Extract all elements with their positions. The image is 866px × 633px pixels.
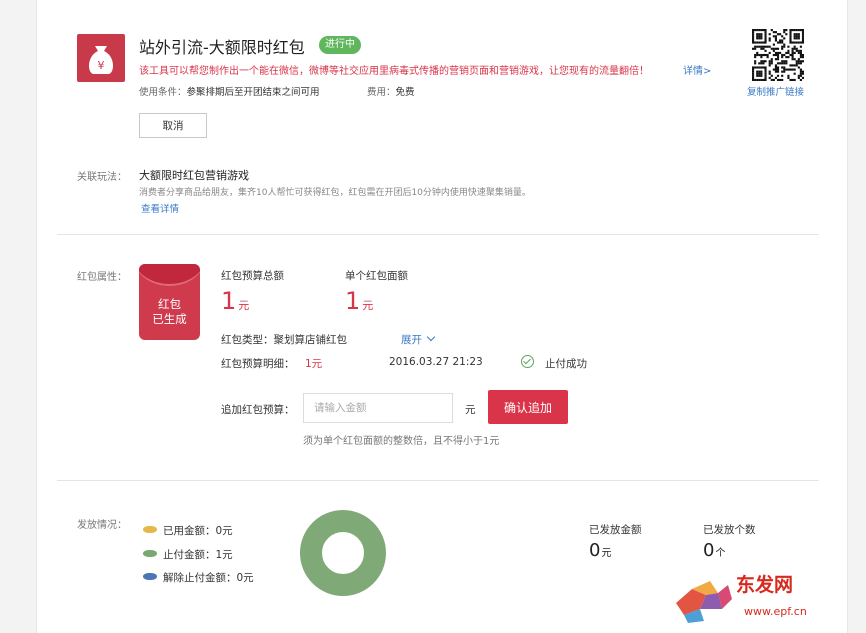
view-details-link[interactable]: 查看详情 (141, 201, 179, 215)
issued-count-label: 已发放个数 (703, 524, 756, 536)
status-badge: 进行中 (319, 36, 361, 54)
legend-swatch (143, 550, 157, 557)
envelope-line2: 已生成 (152, 312, 187, 326)
usage-condition: 使用条件：参聚排期后至开团结束之间可用 (139, 84, 320, 98)
envelope-line1: 红包 (158, 297, 181, 311)
type-label: 红包类型： (221, 334, 274, 346)
money-bag-icon: ¥ (77, 34, 125, 82)
issued-count-value: 0 (703, 540, 715, 561)
cancel-button[interactable]: 取消 (139, 113, 207, 138)
single-value: 1元 (345, 287, 373, 315)
budget-unit: 元 (238, 299, 250, 312)
single-number: 1 (345, 287, 361, 315)
legend-released: 解除止付金额：0元 (163, 572, 254, 584)
legend-swatch (143, 526, 157, 533)
budget-value: 1元 (221, 287, 249, 315)
svg-text:¥: ¥ (98, 59, 105, 72)
fee-value: 免费 (395, 87, 415, 98)
budget-detail-label: 红包预算明细： (221, 358, 295, 370)
watermark-url: www.epf.cn (744, 605, 807, 618)
copy-promo-link[interactable]: 复制推广链接 (747, 84, 804, 98)
single-unit: 元 (362, 299, 374, 312)
fee-info: 费用：免费 (367, 84, 415, 98)
issued-count: 0个 (703, 540, 725, 561)
budget-label: 红包预算总额 (221, 270, 284, 282)
donut-ring (300, 510, 386, 596)
check-circle-icon (521, 355, 534, 368)
envelope-flap (139, 264, 200, 286)
legend-used: 已用金额：0元 (163, 525, 233, 537)
budget-detail-status: 止付成功 (545, 358, 587, 370)
type-row: 红包类型：聚划算店铺红包 (221, 332, 347, 347)
chevron-down-icon (427, 332, 436, 342)
related-desc: 消费者分享商品给朋友，集齐10人帮忙可获得红包，红包需在开团后10分钟内使用快速… (139, 188, 531, 198)
detail-link[interactable]: 详情> (683, 62, 711, 77)
related-label: 关联玩法： (77, 172, 127, 183)
add-budget-label: 追加红包预算： (221, 404, 295, 416)
condition-value: 参聚排期后至开团结束之间可用 (186, 87, 320, 98)
redpacket-label: 红包属性： (77, 272, 127, 283)
issued-amount-unit: 元 (601, 548, 612, 559)
budget-detail-time: 2016.03.27 21:23 (389, 356, 483, 368)
distribution-donut-chart (300, 510, 386, 596)
issued-amount: 0元 (589, 540, 611, 561)
amount-input[interactable] (303, 393, 453, 423)
expand-label: 展开 (401, 334, 422, 346)
legend-stopped: 止付金额：1元 (163, 549, 233, 561)
condition-label: 使用条件： (139, 87, 187, 98)
distribution-label: 发放情况： (77, 520, 127, 531)
issued-count-unit: 个 (715, 548, 726, 559)
issued-amount-label: 已发放金额 (589, 524, 642, 536)
page-title: 站外引流-大额限时红包 (139, 38, 305, 57)
watermark-brand: 东发网 (736, 573, 793, 596)
type-value: 聚划算店铺红包 (273, 334, 348, 346)
related-title: 大额限时红包营销游戏 (139, 169, 249, 182)
issued-amount-value: 0 (589, 540, 601, 561)
red-envelope-icon: 红包 已生成 (139, 264, 200, 340)
fee-label: 费用： (367, 87, 396, 98)
site-watermark-logo: 东发网 www.epf.cn (676, 573, 807, 623)
confirm-add-button[interactable]: 确认追加 (488, 390, 568, 424)
expand-toggle[interactable]: 展开 (401, 332, 436, 347)
divider (57, 480, 819, 481)
single-label: 单个红包面额 (345, 270, 408, 282)
envelope-text: 红包 已生成 (139, 297, 200, 327)
budget-detail-amount: 1元 (305, 358, 323, 370)
tool-description: 该工具可以帮您制作出一个能在微信，微博等社交应用里病毒式传播的营销页面和营销游戏… (139, 66, 649, 77)
legend-swatch (143, 573, 157, 580)
tool-page: ¥ 站外引流-大额限时红包 进行中 该工具可以帮您制作出一个能在微信，微博等社交… (36, 0, 848, 633)
divider (57, 234, 819, 235)
qr-code-icon (752, 29, 804, 81)
amount-hint: 须为单个红包面额的整数倍，且不得小于1元 (303, 436, 500, 447)
budget-number: 1 (221, 287, 237, 315)
amount-unit: 元 (465, 404, 476, 416)
